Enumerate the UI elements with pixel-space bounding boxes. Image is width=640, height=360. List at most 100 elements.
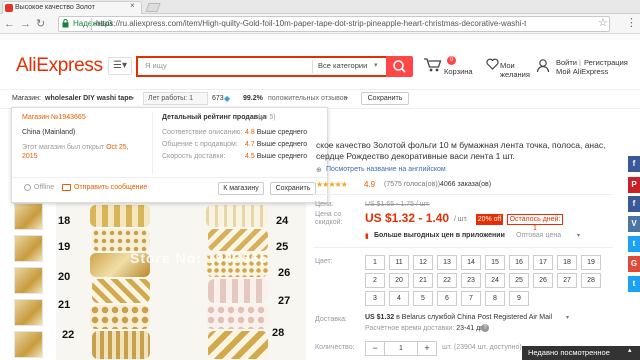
store-number-link[interactable]: Магазин №1943665 [22,114,86,121]
color-option[interactable]: 12 [413,255,433,270]
color-option[interactable]: 27 [557,273,577,288]
wishlist-link[interactable]: Мои желания [500,61,530,79]
discount-price-label: Цена со скидкой: [315,211,342,227]
color-option[interactable]: 7 [461,291,481,306]
categories-menu-button[interactable]: ☰▾ [108,57,132,75]
product-main-image[interactable]: 18 19 20 21 22 24 25 26 27 28 [56,203,306,360]
color-option[interactable]: 23 [461,273,481,288]
color-option[interactable]: 20 [389,273,409,288]
twitter-share-icon[interactable]: t [628,276,640,292]
rating-row-label: Общение с продавцом: [162,141,238,148]
color-option[interactable]: 25 [509,273,529,288]
go-to-store-button[interactable]: К магазину [218,182,264,195]
bookmark-star-icon[interactable]: ☆ [598,16,608,29]
color-option[interactable]: 6 [437,291,457,306]
chevron-down-icon[interactable]: ▾ [577,232,580,239]
color-option[interactable]: 3 [365,291,385,306]
quantity-decrease-button[interactable]: − [365,341,385,356]
color-option[interactable]: 4 [389,291,409,306]
pinterest-share-icon[interactable]: P [628,177,640,193]
signin-link[interactable]: Войти [556,58,577,67]
washi-roll [90,205,150,227]
chevron-down-icon[interactable]: ▾ [566,314,569,321]
tab-close-icon[interactable]: × [130,1,135,10]
send-message-link[interactable]: Отправить сообщение [74,184,147,191]
heart-icon[interactable] [486,58,499,70]
color-option[interactable]: 1 [365,255,385,270]
roll-number: 27 [278,295,291,307]
browser-tab[interactable]: Высокое качество Золот [2,1,142,14]
rating-stars[interactable]: ★★★★★ [316,180,348,189]
color-label: Цвет: [315,258,333,265]
color-option[interactable]: 8 [485,291,505,306]
color-option[interactable]: 24 [485,273,505,288]
discount-label-line1: Цена со [315,211,342,218]
search-button[interactable] [386,56,413,77]
register-link[interactable]: Регистрация [584,58,628,67]
color-option[interactable]: 13 [437,255,457,270]
color-option[interactable]: 26 [533,273,553,288]
user-icon[interactable] [536,58,550,73]
product-thumbnail[interactable] [14,235,43,262]
color-option[interactable]: 9 [509,291,529,306]
color-option[interactable]: 5 [413,291,433,306]
color-option[interactable]: 2 [365,273,385,288]
store-label: Магазин: [12,95,41,102]
help-icon[interactable]: ? [481,324,489,332]
vk-share-icon[interactable]: V [628,216,640,232]
url-text[interactable]: https://ru.aliexpress.com/item/High-quil… [96,17,526,31]
my-aliexpress-link[interactable]: Мой AliExpress [556,67,608,76]
cart-icon[interactable] [423,57,443,73]
rating-score: 4.7 [245,141,255,148]
cart-count-badge: 0 [447,56,456,65]
washi-roll [206,205,268,227]
save-store-button[interactable]: Сохранить [361,92,409,105]
shipping-label: Доставка: [315,316,348,323]
color-option[interactable]: 28 [581,273,601,288]
color-option[interactable]: 22 [437,273,457,288]
facebook-share-icon[interactable]: f [628,156,640,172]
cart-label[interactable]: Корзина [444,67,473,76]
twitter-share-icon[interactable]: t [628,236,640,252]
category-select[interactable]: Все категории [318,61,367,70]
product-thumbnail[interactable] [14,331,43,358]
store-name-link[interactable]: wholesaler DIY washi tape [45,95,132,102]
color-option[interactable]: 17 [533,255,553,270]
color-option[interactable]: 16 [509,255,529,270]
quantity-input[interactable]: 1 [385,341,417,356]
color-option[interactable]: 18 [557,255,577,270]
rating-row-label: Скорость доставки: [162,153,226,160]
seller-rating-scale: (из 5) [258,114,276,121]
recently-viewed-bar[interactable]: Недавно посмотренное [522,346,640,360]
browser-menu-icon[interactable]: ⋮ [626,16,637,29]
color-option[interactable]: 19 [581,255,601,270]
color-option[interactable]: 14 [461,255,481,270]
color-option[interactable]: 15 [485,255,505,270]
translate-title-link[interactable]: Посмотреть название на английском [326,166,446,173]
wholesale-link[interactable]: Оптовая цена [516,232,561,239]
product-thumbnail[interactable] [14,267,43,294]
chevron-down-icon[interactable]: ▾ [502,232,505,239]
color-option[interactable]: 21 [413,273,433,288]
aliexpress-logo[interactable]: AliExpress [16,55,103,77]
back-arrow-icon[interactable]: ← [4,17,15,31]
shipping-method[interactable]: в Belarus службой China Post Registered … [396,314,552,321]
color-option[interactable]: 11 [389,255,409,270]
shipping-price: US $1.32 [365,314,395,321]
product-orders[interactable]: 4066 заказа(ов) [440,181,491,188]
quantity-increase-button[interactable]: + [417,341,437,356]
popup-save-button[interactable]: Сохранить [270,182,316,195]
facebook-share-icon[interactable]: f [628,196,640,212]
chevron-up-icon[interactable]: ▴ [628,346,632,354]
delivery-label: Расчётное время доставки: [365,325,455,332]
app-offer-link[interactable]: Больше выгодных цен в приложении [374,232,505,239]
image-watermark: Store No: 1943665 [130,250,269,266]
product-thumbnail[interactable] [14,299,43,326]
chevron-down-icon[interactable]: ▾ [131,95,134,102]
google-share-icon[interactable]: G [628,256,640,272]
chevron-down-icon[interactable]: ▾ [345,95,348,102]
product-thumbnail[interactable] [14,203,43,230]
forward-arrow-icon[interactable]: → [20,17,31,31]
message-icon[interactable] [62,184,71,191]
reload-icon[interactable]: ↻ [36,17,45,31]
